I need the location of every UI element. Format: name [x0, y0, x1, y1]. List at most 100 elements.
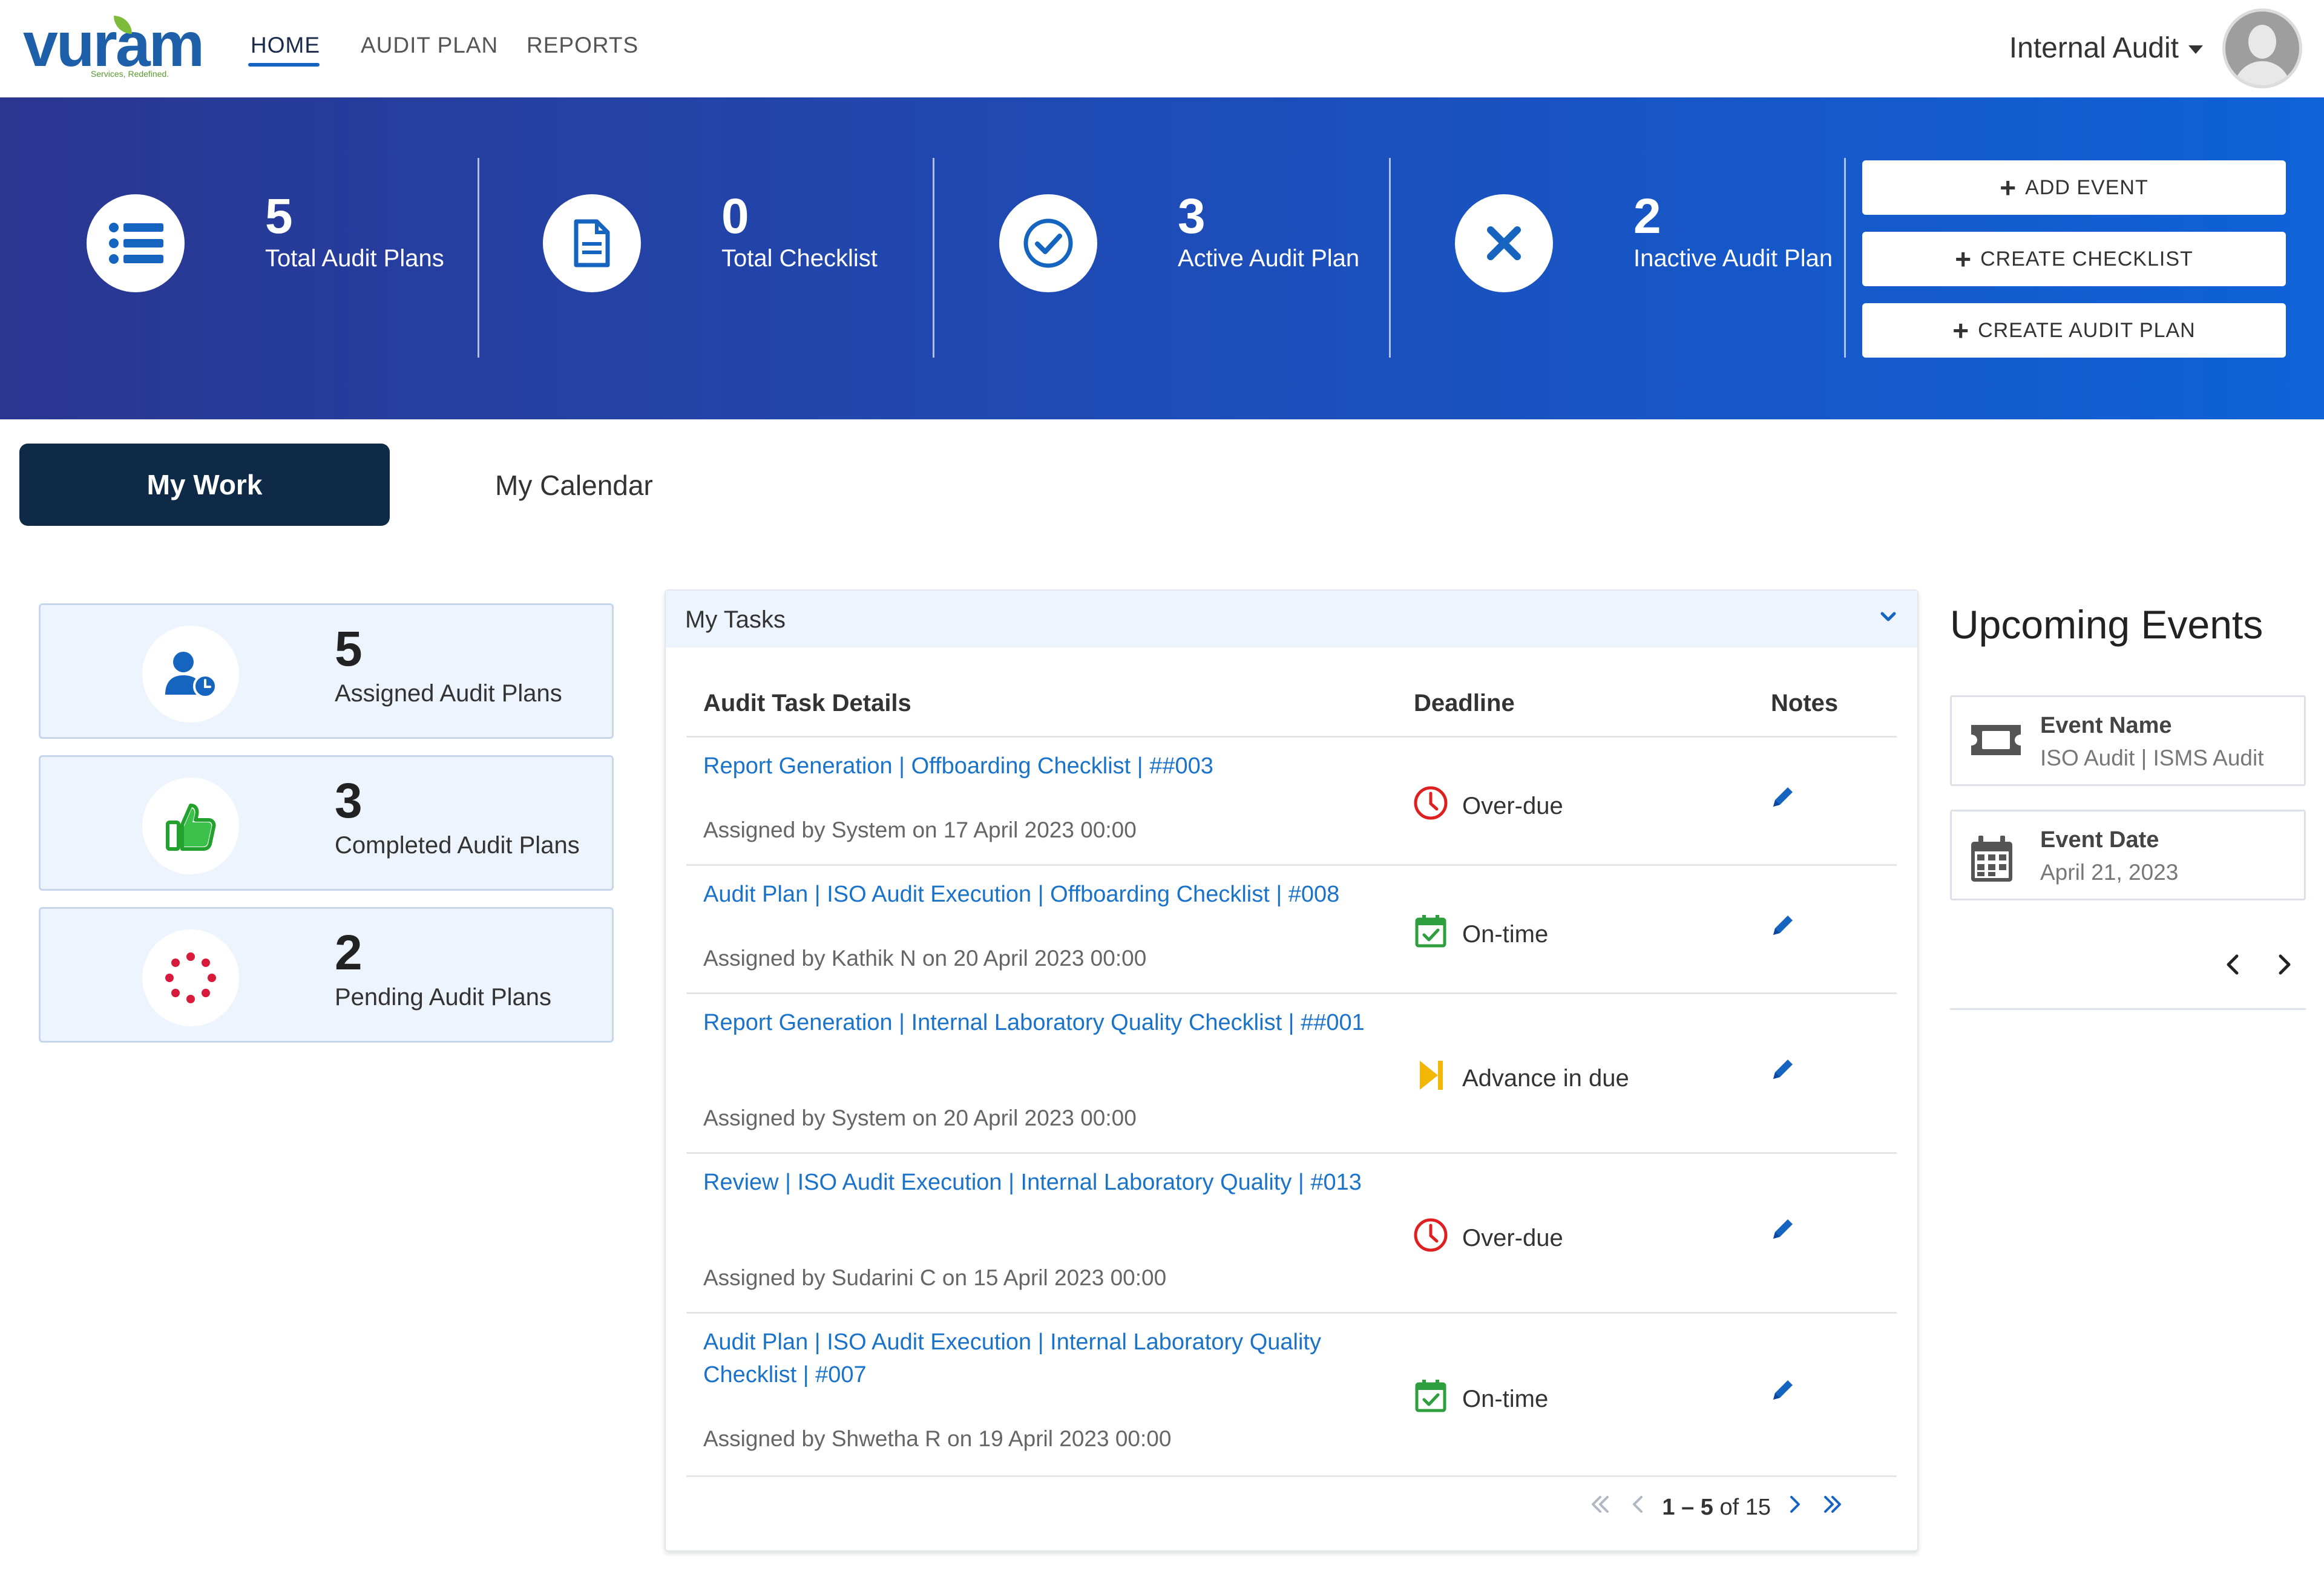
task-row: Audit Plan | ISO Audit Execution | Offbo…: [686, 866, 1897, 994]
stat-value: 0: [721, 189, 749, 244]
brand-logo[interactable]: vuram Services, Redefined.: [23, 13, 205, 81]
nav-audit-plan[interactable]: AUDIT PLAN: [361, 33, 498, 58]
nav-home[interactable]: HOME: [251, 33, 320, 58]
assigned-audit-plans-card[interactable]: 5 Assigned Audit Plans: [39, 603, 614, 739]
nav-reports[interactable]: REPORTS: [527, 33, 638, 58]
event-next-icon[interactable]: [2272, 948, 2299, 985]
calendar-check-icon: [1413, 1378, 1449, 1420]
logo-text: vuram: [23, 10, 205, 80]
pending-audit-plans-card[interactable]: 2 Pending Audit Plans: [39, 907, 614, 1043]
first-page-icon[interactable]: [1588, 1492, 1612, 1522]
stat-value: 3: [1178, 189, 1206, 244]
task-status: On-time: [1413, 913, 1548, 955]
summary-label: Pending Audit Plans: [335, 984, 552, 1011]
pencil-icon[interactable]: [1770, 1216, 1796, 1245]
stat-label: Total Checklist: [721, 245, 878, 272]
logo-tagline: Services, Redefined.: [91, 69, 169, 79]
plus-icon: +: [1952, 315, 1970, 346]
task-link[interactable]: Review | ISO Audit Execution | Internal …: [703, 1166, 1411, 1199]
create-checklist-button[interactable]: + CREATE CHECKLIST: [1862, 232, 2286, 286]
task-assigned: Assigned by System on 20 April 2023 00:0…: [703, 1106, 1137, 1130]
pencil-icon[interactable]: [1770, 1377, 1796, 1406]
thumbs-up-icon: [142, 778, 239, 874]
summary-value: 3: [335, 773, 363, 828]
status-label: On-time: [1462, 1385, 1549, 1412]
task-assigned: Assigned by Sudarini C on 15 April 2023 …: [703, 1265, 1167, 1290]
plus-icon: +: [1955, 243, 1972, 275]
task-link[interactable]: Audit Plan | ISO Audit Execution | Inter…: [703, 1326, 1411, 1391]
divider: [1389, 158, 1391, 358]
task-link[interactable]: Audit Plan | ISO Audit Execution | Offbo…: [703, 878, 1411, 911]
task-assigned: Assigned by System on 17 April 2023 00:0…: [703, 818, 1137, 842]
last-page-icon[interactable]: [1820, 1492, 1845, 1522]
my-tasks-panel: My Tasks Audit Task Details Deadline Not…: [665, 589, 1919, 1552]
stat-label: Inactive Audit Plan: [1633, 245, 1833, 272]
list-icon: [87, 194, 185, 292]
task-row: Review | ISO Audit Execution | Internal …: [686, 1154, 1897, 1314]
spinner-icon: [142, 929, 239, 1026]
stat-value: 2: [1633, 189, 1661, 244]
previous-page-icon[interactable]: [1628, 1492, 1646, 1522]
pencil-icon[interactable]: [1770, 1056, 1796, 1086]
next-page-icon[interactable]: [1787, 1492, 1805, 1522]
top-navbar: vuram Services, Redefined. HOME AUDIT PL…: [0, 0, 2324, 97]
clock-icon: [1413, 1217, 1449, 1259]
pencil-icon[interactable]: [1770, 784, 1796, 813]
task-link[interactable]: Report Generation | Internal Laboratory …: [703, 1006, 1411, 1039]
add-event-button[interactable]: + ADD EVENT: [1862, 160, 2286, 215]
clock-icon: [1413, 785, 1449, 827]
status-label: On-time: [1462, 920, 1549, 948]
stat-label: Total Audit Plans: [265, 245, 444, 272]
plus-icon: +: [2000, 172, 2017, 203]
summary-label: Completed Audit Plans: [335, 832, 580, 859]
task-assigned: Assigned by Shwetha R on 19 April 2023 0…: [703, 1426, 1172, 1451]
chevron-down-icon[interactable]: [1877, 606, 1899, 631]
task-row: Report Generation | Internal Laboratory …: [686, 994, 1897, 1154]
upcoming-events-title: Upcoming Events: [1950, 602, 2263, 647]
stat-label: Active Audit Plan: [1178, 245, 1360, 272]
user-menu-dropdown[interactable]: Internal Audit: [2009, 31, 2203, 65]
summary-label: Assigned Audit Plans: [335, 680, 562, 707]
check-circle-icon: [999, 194, 1097, 292]
event-date-label: Event Date: [2040, 827, 2159, 853]
column-header-details: Audit Task Details: [703, 690, 911, 716]
event-date-card[interactable]: Event Date April 21, 2023: [1950, 810, 2306, 900]
events-divider: [1950, 1008, 2306, 1010]
create-audit-plan-button[interactable]: + CREATE AUDIT PLAN: [1862, 303, 2286, 358]
task-status: Advance in due: [1413, 1057, 1629, 1099]
task-row: Report Generation | Offboarding Checklis…: [686, 738, 1897, 866]
user-menu-label: Internal Audit: [2009, 32, 2179, 64]
calendar-check-icon: [1413, 913, 1449, 955]
event-name-value: ISO Audit | ISMS Audit: [2040, 745, 2264, 770]
nav-active-indicator: [248, 63, 320, 67]
event-name-card[interactable]: Event Name ISO Audit | ISMS Audit: [1950, 695, 2306, 786]
status-label: Over-due: [1462, 792, 1563, 819]
document-icon: [543, 194, 641, 292]
summary-value: 2: [335, 925, 363, 980]
status-label: Advance in due: [1462, 1064, 1629, 1092]
divider: [478, 158, 479, 358]
task-status: On-time: [1413, 1378, 1548, 1420]
my-tasks-title: My Tasks: [685, 606, 786, 633]
stats-banner: 5 Total Audit Plans 0 Total Checklist 3 …: [0, 97, 2324, 419]
tab-my-calendar[interactable]: My Calendar: [495, 469, 653, 502]
my-tasks-header[interactable]: My Tasks: [666, 591, 1917, 647]
completed-audit-plans-card[interactable]: 3 Completed Audit Plans: [39, 755, 614, 891]
pencil-icon[interactable]: [1770, 912, 1796, 942]
event-previous-icon[interactable]: [2219, 948, 2245, 985]
task-row: Audit Plan | ISO Audit Execution | Inter…: [686, 1314, 1897, 1477]
task-assigned: Assigned by Kathik N on 20 April 2023 00…: [703, 946, 1147, 971]
stat-value: 5: [265, 189, 293, 244]
skip-forward-icon: [1413, 1057, 1449, 1099]
pagination: 1 – 5 of 15: [1588, 1492, 1845, 1522]
divider: [933, 158, 934, 358]
x-icon: [1455, 194, 1553, 292]
tab-my-work[interactable]: My Work: [19, 444, 390, 526]
calendar-icon: [1969, 834, 2015, 887]
ticket-icon: [1969, 720, 2023, 763]
task-link[interactable]: Report Generation | Offboarding Checklis…: [703, 750, 1411, 782]
divider: [1844, 158, 1846, 358]
user-avatar[interactable]: [2222, 8, 2302, 88]
column-header-deadline: Deadline: [1414, 690, 1515, 716]
page-range: 1 – 5 of 15: [1662, 1494, 1771, 1520]
